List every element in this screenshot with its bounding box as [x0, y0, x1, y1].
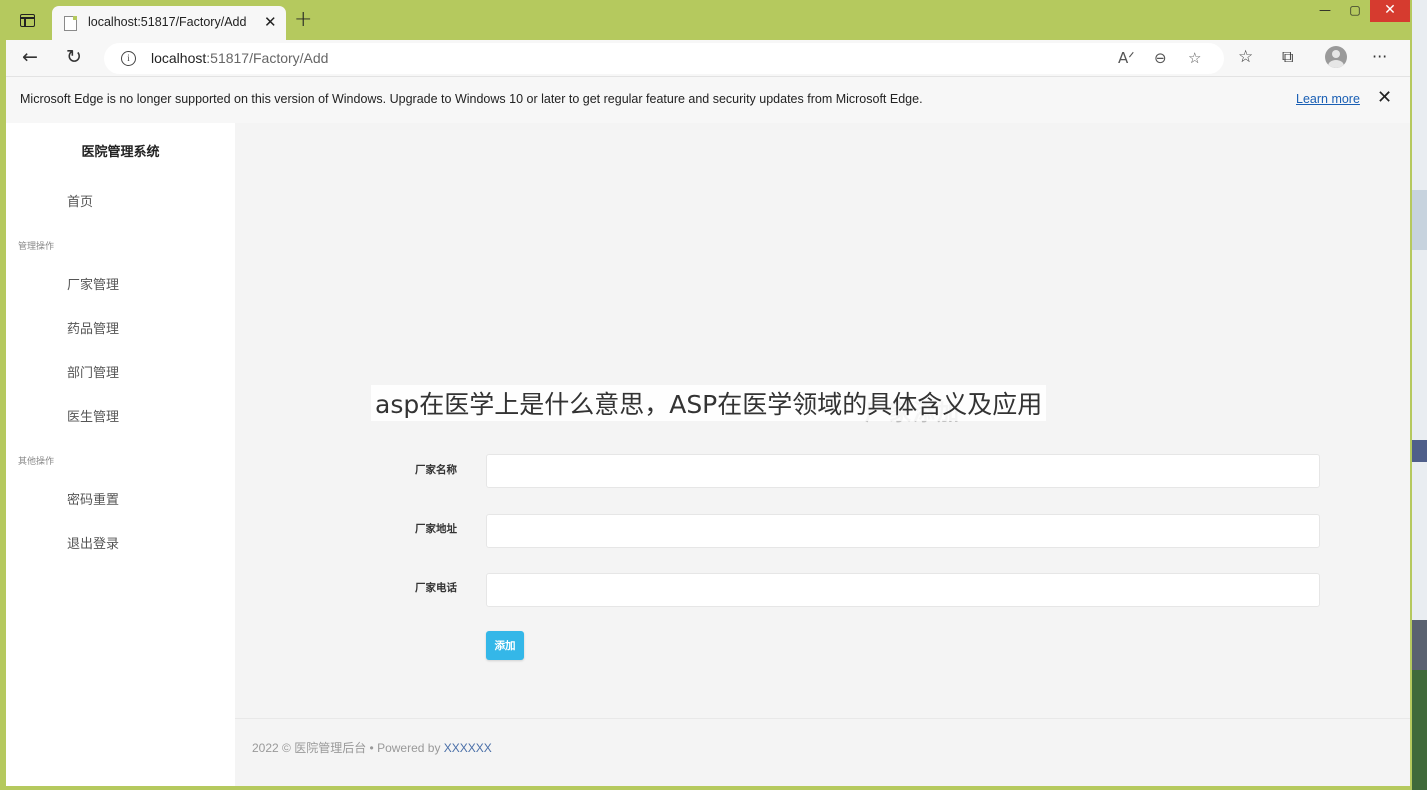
infobar-message: Microsoft Edge is no longer supported on… — [20, 92, 923, 106]
tab-strip: localhost:51817/Factory/Add ✕ + — ▢ ✕ — [6, 0, 1410, 40]
section-manage-label: 管理操作 — [18, 242, 55, 252]
new-tab-icon[interactable]: + — [294, 8, 312, 32]
window-close-icon[interactable]: ✕ — [1370, 0, 1410, 22]
add-favorite-icon[interactable]: ☆ — [1188, 47, 1201, 69]
sidebar-item-logout[interactable]: 退出登录 — [67, 533, 119, 552]
sidebar-item-home[interactable]: 首页 — [67, 191, 93, 210]
section-other-label: 其他操作 — [18, 457, 55, 467]
tab-active[interactable]: localhost:51817/Factory/Add ✕ — [52, 6, 286, 40]
page-favicon-icon — [64, 16, 77, 31]
footer-copyright: 2022 © 医院管理后台 • Powered by — [252, 741, 444, 755]
browser-toolbar: ← ↻ i localhost:51817/Factory/Add Aᐟ ⊖ ☆… — [6, 40, 1410, 76]
factory-address-label: 厂家地址 — [415, 523, 457, 535]
tab-title: localhost:51817/Factory/Add — [88, 15, 247, 29]
add-button[interactable]: 添加 — [486, 631, 524, 660]
unsupported-infobar: Microsoft Edge is no longer supported on… — [6, 76, 1410, 124]
site-info-icon[interactable]: i — [121, 51, 136, 66]
sidebar: 医院管理系统 首页 管理操作 厂家管理 药品管理 部门管理 医生管理 其他操作 … — [6, 123, 235, 786]
sidebar-item-departments[interactable]: 部门管理 — [67, 362, 119, 381]
overlay-caption: asp在医学上是什么意思，ASP在医学领域的具体含义及应用 — [371, 385, 1047, 421]
factory-name-label: 厂家名称 — [415, 464, 457, 476]
address-bar[interactable]: i localhost:51817/Factory/Add Aᐟ ⊖ ☆ — [104, 43, 1224, 74]
more-menu-icon[interactable]: ··· — [1372, 45, 1387, 69]
factory-address-input[interactable] — [486, 514, 1320, 548]
profile-avatar-icon[interactable] — [1325, 46, 1347, 68]
footer-powered-link[interactable]: XXXXXX — [444, 741, 492, 755]
url-path: :51817/Factory/Add — [206, 50, 329, 66]
read-aloud-icon[interactable]: Aᐟ — [1118, 47, 1135, 69]
back-arrow-icon[interactable]: ← — [22, 45, 38, 69]
tab-actions-icon[interactable] — [20, 14, 35, 27]
sidebar-item-drugs[interactable]: 药品管理 — [67, 318, 119, 337]
page-viewport: 医院管理系统 首页 管理操作 厂家管理 药品管理 部门管理 医生管理 其他操作 … — [6, 123, 1410, 786]
refresh-icon[interactable]: ↻ — [66, 45, 82, 69]
tab-close-icon[interactable]: ✕ — [264, 12, 277, 32]
url-host: localhost — [151, 50, 207, 66]
learn-more-link[interactable]: Learn more — [1296, 92, 1360, 106]
browser-window: localhost:51817/Factory/Add ✕ + — ▢ ✕ ← … — [6, 0, 1410, 786]
infobar-close-icon[interactable]: ✕ — [1377, 87, 1392, 108]
sidebar-item-doctors[interactable]: 医生管理 — [67, 406, 119, 425]
factory-phone-input[interactable] — [486, 573, 1320, 607]
address-url[interactable]: localhost:51817/Factory/Add — [151, 50, 328, 66]
collections-icon[interactable]: ⧉ — [1282, 45, 1293, 69]
favorites-icon[interactable]: ☆ — [1238, 45, 1253, 69]
footer-text: 2022 © 医院管理后台 • Powered by XXXXXX — [252, 739, 492, 756]
sidebar-item-reset-password[interactable]: 密码重置 — [67, 489, 119, 508]
brand-title: 医院管理系统 — [81, 145, 160, 160]
factory-name-input[interactable] — [486, 454, 1320, 488]
maximize-icon[interactable]: ▢ — [1344, 0, 1366, 22]
footer: 2022 © 医院管理后台 • Powered by XXXXXX — [235, 718, 1410, 786]
factory-phone-label: 厂家电话 — [415, 582, 457, 594]
zoom-icon[interactable]: ⊖ — [1154, 47, 1167, 69]
sidebar-item-factory[interactable]: 厂家管理 — [67, 274, 119, 293]
main-content: 厂家添加 asp在医学上是什么意思，ASP在医学领域的具体含义及应用 厂家名称 … — [235, 123, 1410, 786]
minimize-icon[interactable]: — — [1314, 0, 1336, 22]
desktop-background-strip — [1412, 0, 1427, 790]
